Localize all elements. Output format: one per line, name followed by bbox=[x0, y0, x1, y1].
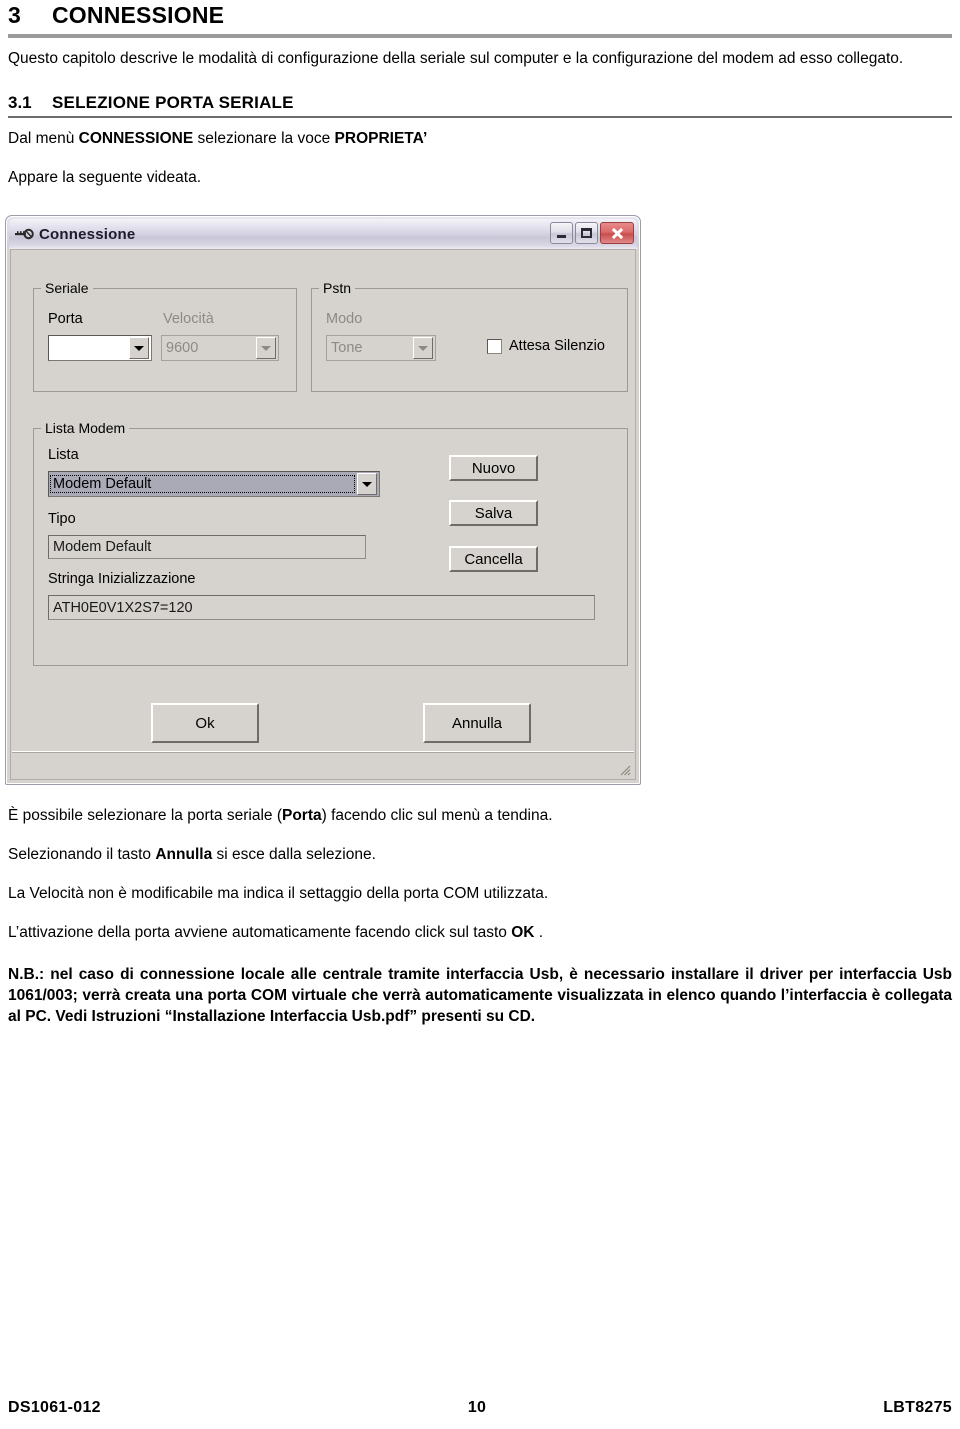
heading-1: 3 CONNESSIONE bbox=[8, 0, 952, 29]
stringa-inizializzazione-textbox[interactable]: ATH0E0V1X2S7=120 bbox=[48, 595, 595, 620]
velocita-label: Velocità bbox=[163, 311, 214, 327]
tipo-label: Tipo bbox=[48, 511, 76, 527]
paragraph-porta-bold: Porta bbox=[281, 807, 322, 824]
dialog-client-area: Seriale Porta Velocità 9600 Pstn Modo To… bbox=[10, 249, 636, 780]
paragraph-annulla-bold: Annulla bbox=[155, 846, 213, 863]
lista-combobox[interactable]: Modem Default bbox=[48, 471, 380, 497]
connessione-dialog: Connessione Seriale Porta Velocità 9600 bbox=[5, 215, 641, 785]
paragraph-menu: Dal menù CONNESSIONE selezionare la voce… bbox=[8, 129, 952, 149]
intro-paragraph: Questo capitolo descrive le modalità di … bbox=[8, 50, 904, 67]
heading-1-number: 3 bbox=[8, 2, 21, 28]
tipo-textbox[interactable]: Modem Default bbox=[48, 535, 366, 559]
paragraph-menu-bold-connessione: CONNESSIONE bbox=[78, 130, 194, 147]
page-footer: DS1061-012 10 LBT8275 bbox=[8, 1399, 952, 1417]
lista-label: Lista bbox=[48, 447, 79, 463]
group-lista-modem: Lista Modem Lista Modem Default Tipo Mod… bbox=[33, 420, 628, 666]
modo-value: Tone bbox=[331, 340, 363, 356]
paragraph-ok: L’attivazione della porta avviene automa… bbox=[8, 923, 952, 943]
stringa-inizializzazione-label: Stringa Inizializzazione bbox=[48, 571, 196, 587]
group-pstn-legend: Pstn bbox=[319, 280, 356, 296]
dialog-statusbar bbox=[12, 751, 634, 778]
modo-combobox: Tone bbox=[326, 335, 436, 361]
porta-label: Porta bbox=[48, 311, 83, 327]
close-icon[interactable] bbox=[600, 222, 634, 244]
chevron-down-icon[interactable] bbox=[129, 337, 149, 359]
group-seriale-legend: Seriale bbox=[41, 280, 93, 296]
key-icon bbox=[15, 226, 34, 242]
velocita-combobox: 9600 bbox=[161, 335, 279, 361]
minimize-icon[interactable] bbox=[550, 222, 573, 244]
paragraph-velocita: La Velocità non è modificabile ma indica… bbox=[8, 885, 549, 902]
window-controls bbox=[550, 222, 634, 244]
modo-label: Modo bbox=[326, 311, 363, 327]
paragraph-ok-post: . bbox=[534, 924, 544, 941]
footer-page-number: 10 bbox=[467, 1399, 487, 1416]
paragraph-menu-pre: Dal menù bbox=[8, 130, 79, 147]
paragraph-appare: Appare la seguente videata. bbox=[8, 169, 202, 186]
paragraph-annulla: Selezionando il tasto Annulla si esce da… bbox=[8, 845, 952, 865]
group-lista-modem-legend: Lista Modem bbox=[41, 420, 130, 436]
below-dialog-text: È possibile selezionare la porta seriale… bbox=[8, 806, 952, 1027]
footer-document-code: DS1061-012 bbox=[8, 1399, 101, 1416]
attesa-silenzio-label: Attesa Silenzio bbox=[509, 338, 605, 354]
document-page: 3 CONNESSIONE Questo capitolo descrive l… bbox=[0, 0, 960, 1429]
chevron-down-icon bbox=[256, 337, 276, 359]
annulla-button[interactable]: Annulla bbox=[423, 703, 531, 743]
paragraph-porta: È possibile selezionare la porta seriale… bbox=[8, 806, 952, 826]
paragraph-porta-post: ) facendo clic sul menù a tendina. bbox=[321, 807, 553, 824]
heading-2-text: SELEZIONE PORTA SERIALE bbox=[52, 93, 294, 112]
paragraph-annulla-pre: Selezionando il tasto bbox=[8, 846, 156, 863]
group-pstn: Pstn Modo Tone Attesa Silenzio bbox=[311, 280, 628, 392]
maximize-icon[interactable] bbox=[575, 222, 598, 244]
paragraph-menu-mid: selezionare la voce bbox=[193, 130, 335, 147]
paragraph-nota-bene: N.B.: nel caso di connessione locale all… bbox=[8, 966, 952, 1025]
resize-grip-icon[interactable] bbox=[617, 762, 631, 776]
attesa-silenzio-checkbox[interactable]: Attesa Silenzio bbox=[487, 338, 605, 354]
paragraph-porta-pre: È possibile selezionare la porta seriale… bbox=[8, 807, 282, 824]
paragraph-ok-bold: OK bbox=[511, 924, 535, 941]
porta-combobox[interactable] bbox=[48, 335, 152, 361]
heading-2: 3.1 SELEZIONE PORTA SERIALE bbox=[8, 93, 952, 113]
cancella-button[interactable]: Cancella bbox=[449, 546, 538, 572]
dialog-titlebar[interactable]: Connessione bbox=[9, 219, 637, 249]
checkbox-box-icon[interactable] bbox=[487, 338, 502, 354]
heading-1-text: CONNESSIONE bbox=[52, 2, 225, 28]
heading-2-number: 3.1 bbox=[8, 93, 32, 112]
paragraph-annulla-post: si esce dalla selezione. bbox=[212, 846, 376, 863]
paragraph-menu-bold-proprieta: PROPRIETA’ bbox=[334, 130, 428, 147]
nuovo-button[interactable]: Nuovo bbox=[449, 455, 538, 481]
chevron-down-icon bbox=[413, 337, 433, 359]
lista-value: Modem Default bbox=[50, 475, 355, 493]
heading-1-rule bbox=[8, 34, 952, 38]
chevron-down-icon[interactable] bbox=[357, 473, 377, 495]
paragraph-ok-pre: L’attivazione della porta avviene automa… bbox=[8, 924, 512, 941]
dialog-title: Connessione bbox=[39, 225, 136, 243]
ok-button[interactable]: Ok bbox=[151, 703, 259, 743]
heading-2-rule bbox=[8, 116, 952, 118]
group-seriale: Seriale Porta Velocità 9600 bbox=[33, 280, 297, 392]
velocita-value: 9600 bbox=[166, 340, 199, 356]
footer-product-code: LBT8275 bbox=[883, 1399, 952, 1416]
salva-button[interactable]: Salva bbox=[449, 500, 538, 526]
